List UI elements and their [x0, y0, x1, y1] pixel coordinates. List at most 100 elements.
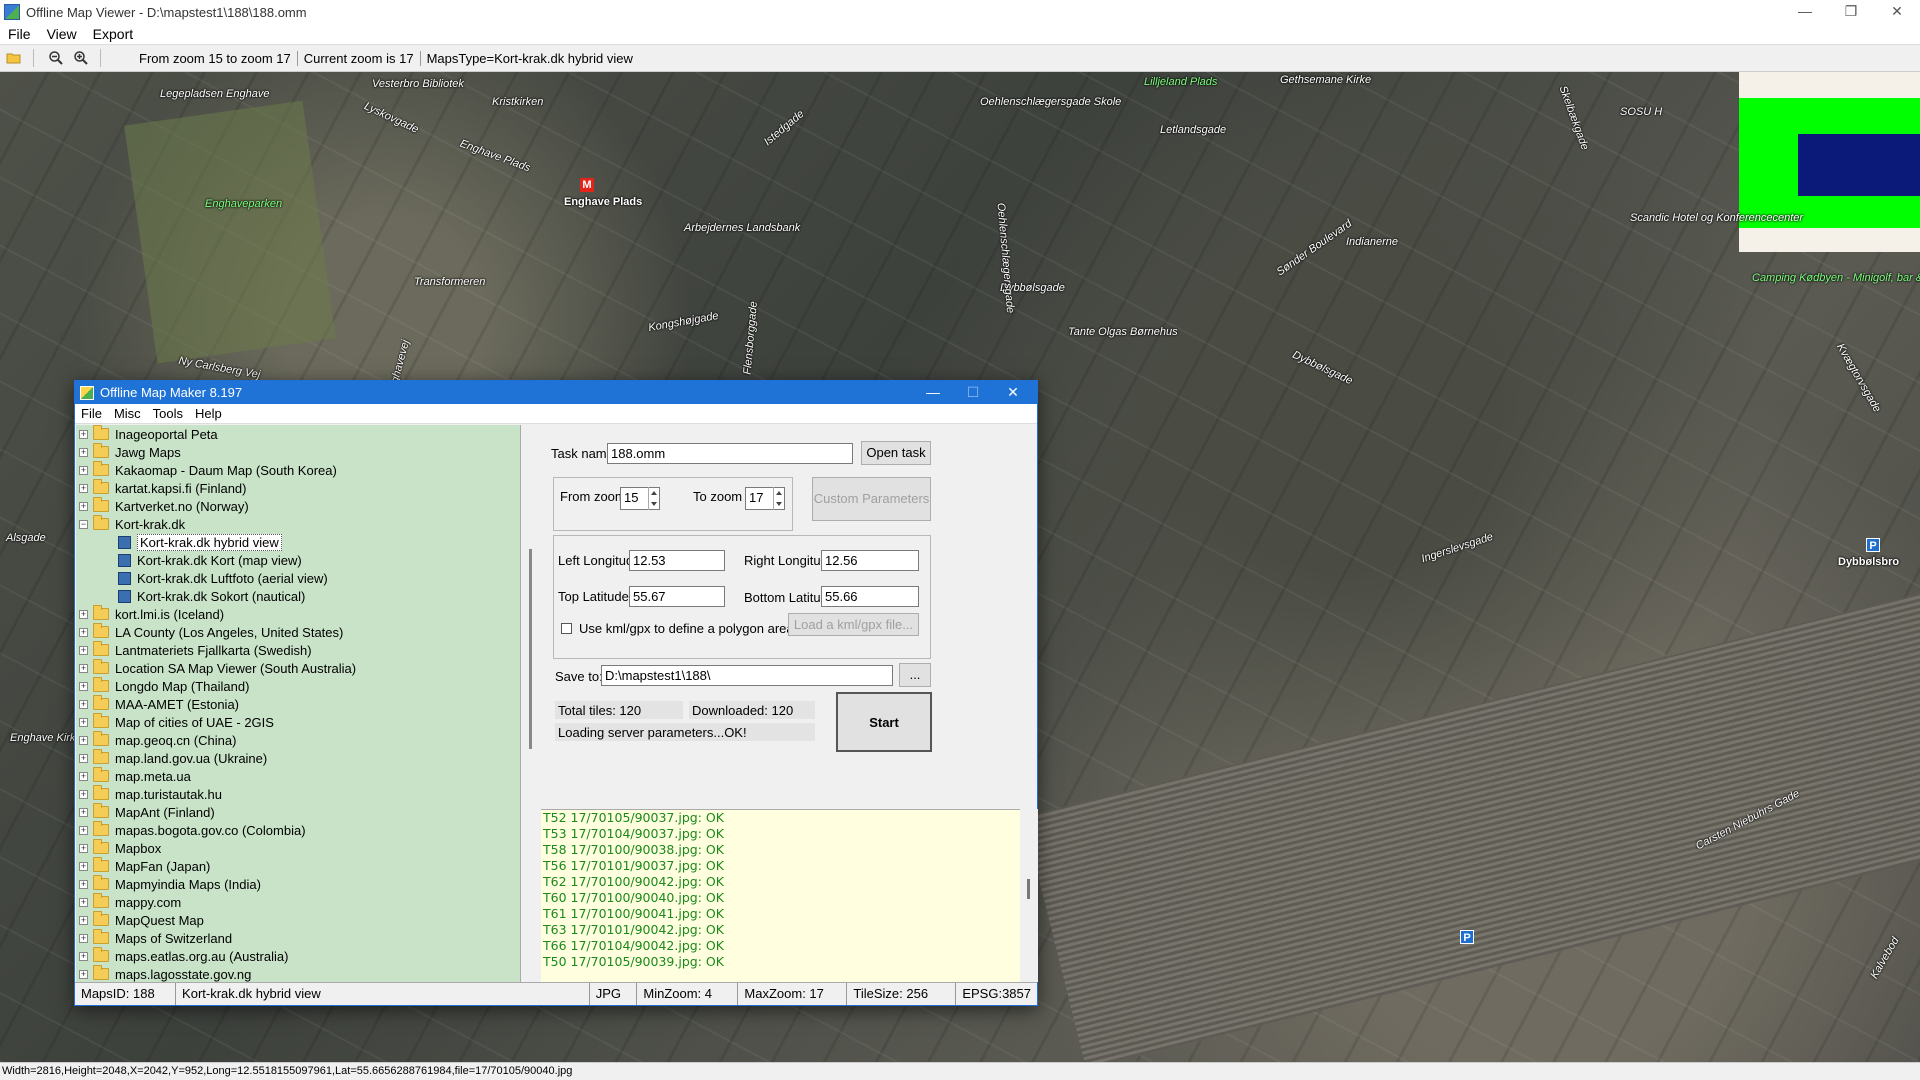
tree-folder-item[interactable]: + MapAnt (Finland)	[76, 803, 520, 821]
tree-map-item[interactable]: Kort-krak.dk Luftfoto (aerial view)	[76, 569, 520, 587]
expand-icon[interactable]: +	[79, 717, 88, 727]
expand-icon[interactable]: +	[79, 501, 88, 511]
minimap-viewport[interactable]	[1798, 134, 1920, 196]
from-zoom-spinner[interactable]	[648, 487, 659, 510]
dialog-menu-misc[interactable]: Misc	[108, 406, 147, 421]
expand-icon[interactable]: +	[79, 735, 88, 745]
dialog-maximize-button[interactable]: ☐	[953, 381, 993, 404]
zoom-in-icon[interactable]	[70, 47, 92, 69]
tree-folder-item[interactable]: + Mapbox	[76, 839, 520, 857]
tree-folder-item[interactable]: + LA County (Los Angeles, United States)	[76, 623, 520, 641]
tree-folder-item[interactable]: + maps.eatlas.org.au (Australia)	[76, 947, 520, 965]
tree-folder-item[interactable]: + Lantmateriets Fjallkarta (Swedish)	[76, 641, 520, 659]
expand-icon[interactable]: +	[79, 699, 88, 709]
expand-icon[interactable]: +	[79, 627, 88, 637]
tree-folder-item[interactable]: + kartat.kapsi.fi (Finland)	[76, 479, 520, 497]
menu-view[interactable]: View	[39, 26, 85, 42]
start-button[interactable]: Start	[836, 692, 932, 752]
tree-folder-item[interactable]: + Kakaomap - Daum Map (South Korea)	[76, 461, 520, 479]
expand-icon[interactable]: +	[79, 789, 88, 799]
top-latitude-input[interactable]: 55.67	[629, 586, 725, 607]
to-zoom-spinner[interactable]	[773, 487, 784, 510]
tree-folder-item[interactable]: + map.land.gov.ua (Ukraine)	[76, 749, 520, 767]
right-longitude-input[interactable]: 12.56	[821, 550, 919, 571]
tree-folder-item[interactable]: + maps.lagosstate.gov.ng	[76, 965, 520, 982]
parking-icon[interactable]: P	[1460, 930, 1474, 944]
tree-folder-item[interactable]: + Longdo Map (Thailand)	[76, 677, 520, 695]
tree-map-item[interactable]: Kort-krak.dk Kort (map view)	[76, 551, 520, 569]
tree-folder-item[interactable]: + Inageoportal Peta	[76, 425, 520, 443]
log-scrollbar-thumb[interactable]	[1027, 879, 1030, 899]
tree-folder-item[interactable]: + map.meta.ua	[76, 767, 520, 785]
parking-icon[interactable]: P	[1866, 538, 1880, 552]
dialog-menu-file[interactable]: File	[75, 406, 108, 421]
menu-file[interactable]: File	[0, 26, 39, 42]
tree-folder-item[interactable]: − Kort-krak.dk	[76, 515, 520, 533]
tree-scrollbar[interactable]	[523, 425, 540, 982]
collapse-icon[interactable]: −	[79, 519, 88, 529]
tree-folder-item[interactable]: + MAA-AMET (Estonia)	[76, 695, 520, 713]
bottom-latitude-input[interactable]: 55.66	[821, 586, 919, 607]
tree-folder-item[interactable]: + MapQuest Map	[76, 911, 520, 929]
tree-folder-item[interactable]: + Map of cities of UAE - 2GIS	[76, 713, 520, 731]
tree-folder-item[interactable]: + mappy.com	[76, 893, 520, 911]
expand-icon[interactable]: +	[79, 483, 88, 493]
open-folder-icon[interactable]	[3, 47, 25, 69]
left-longitude-input[interactable]: 12.53	[629, 550, 725, 571]
tree-folder-item[interactable]: + Mapmyindia Maps (India)	[76, 875, 520, 893]
tree-map-item[interactable]: Kort-krak.dk hybrid view	[76, 533, 520, 551]
expand-icon[interactable]: +	[79, 897, 88, 907]
expand-icon[interactable]: +	[79, 843, 88, 853]
restore-button[interactable]: ❐	[1828, 0, 1874, 24]
task-name-input[interactable]: 188.omm	[607, 443, 853, 464]
map-source-tree[interactable]: + Inageoportal Peta + Jawg Maps + Kakaomap - …	[76, 425, 521, 982]
expand-icon[interactable]: +	[79, 681, 88, 691]
tree-folder-item[interactable]: + kort.lmi.is (Iceland)	[76, 605, 520, 623]
expand-icon[interactable]: +	[79, 915, 88, 925]
tree-map-item[interactable]: Kort-krak.dk Sokort (nautical)	[76, 587, 520, 605]
expand-icon[interactable]: +	[79, 807, 88, 817]
tree-folder-item[interactable]: + Maps of Switzerland	[76, 929, 520, 947]
kml-checkbox[interactable]	[561, 623, 572, 634]
expand-icon[interactable]: +	[79, 753, 88, 763]
expand-icon[interactable]: +	[79, 933, 88, 943]
save-to-input[interactable]: D:\mapstest1\188\	[601, 665, 893, 686]
tree-item-label: mappy.com	[115, 894, 182, 910]
close-button[interactable]: ✕	[1874, 0, 1920, 24]
tree-folder-item[interactable]: + Location SA Map Viewer (South Australia…	[76, 659, 520, 677]
expand-icon[interactable]: +	[79, 645, 88, 655]
browse-button[interactable]: ...	[899, 663, 931, 687]
metro-icon[interactable]: M	[580, 178, 594, 192]
expand-icon[interactable]: +	[79, 825, 88, 835]
expand-icon[interactable]: +	[79, 771, 88, 781]
dialog-menu-tools[interactable]: Tools	[147, 406, 189, 421]
load-kml-button[interactable]: Load a kml/gpx file...	[788, 613, 919, 636]
tree-folder-item[interactable]: + Jawg Maps	[76, 443, 520, 461]
open-task-button[interactable]: Open task ...	[861, 441, 931, 482]
tree-folder-item[interactable]: + Kartverket.no (Norway)	[76, 497, 520, 515]
tree-folder-item[interactable]: + map.turistautak.hu	[76, 785, 520, 803]
expand-icon[interactable]: +	[79, 609, 88, 619]
menu-export[interactable]: Export	[85, 26, 141, 42]
custom-parameters-button[interactable]: Custom Parameters	[812, 477, 931, 521]
expand-icon[interactable]: +	[79, 663, 88, 673]
tree-folder-item[interactable]: + map.geoq.cn (China)	[76, 731, 520, 749]
download-log[interactable]: T52 17/70105/90037.jpg: OK T53 17/70104/9…	[541, 809, 1020, 982]
expand-icon[interactable]: +	[79, 861, 88, 871]
log-scrollbar[interactable]	[1020, 809, 1038, 982]
expand-icon[interactable]: +	[79, 951, 88, 961]
dialog-close-button[interactable]: ✕	[993, 381, 1033, 404]
expand-icon[interactable]: +	[79, 465, 88, 475]
expand-icon[interactable]: +	[79, 447, 88, 457]
tree-scrollbar-thumb[interactable]	[529, 549, 532, 749]
dialog-minimize-button[interactable]: —	[913, 381, 953, 404]
minimize-button[interactable]: —	[1782, 0, 1828, 24]
expand-icon[interactable]: +	[79, 879, 88, 889]
dialog-menu-help[interactable]: Help	[189, 406, 228, 421]
expand-icon[interactable]: +	[79, 429, 88, 439]
tree-folder-item[interactable]: + mapas.bogota.gov.co (Colombia)	[76, 821, 520, 839]
overview-minimap[interactable]	[1739, 72, 1920, 252]
zoom-out-icon[interactable]	[45, 47, 67, 69]
expand-icon[interactable]: +	[79, 969, 88, 979]
tree-folder-item[interactable]: + MapFan (Japan)	[76, 857, 520, 875]
